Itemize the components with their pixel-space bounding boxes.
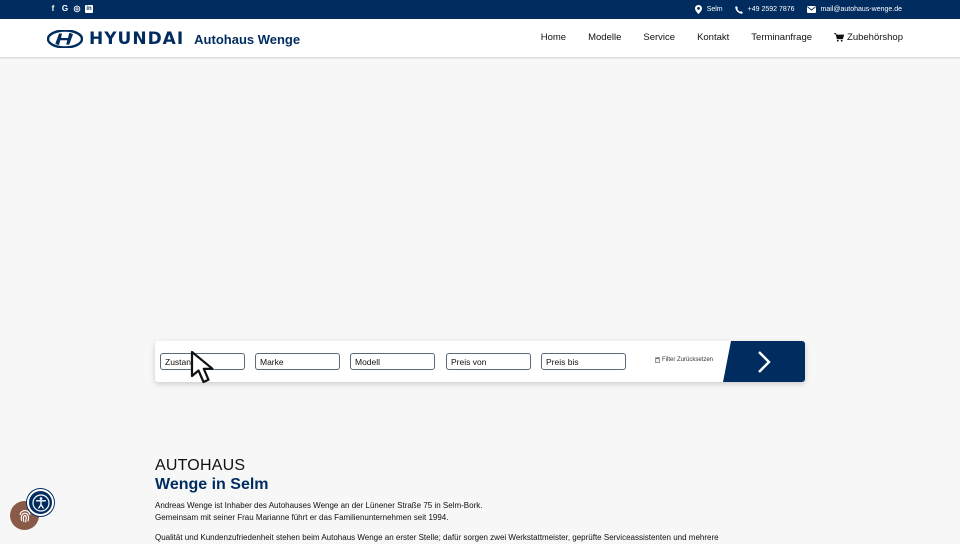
mail-icon bbox=[806, 6, 816, 13]
hyundai-logo-icon bbox=[47, 30, 83, 48]
accessibility-icon bbox=[31, 493, 50, 512]
intro-paragraph-2: Qualität und Kundenzufriedenheit stehen … bbox=[155, 533, 719, 542]
hero-area bbox=[0, 59, 960, 359]
facebook-icon[interactable]: f bbox=[49, 4, 57, 13]
phone-icon bbox=[734, 5, 743, 14]
brand-wordmark: HYUNDAI bbox=[89, 29, 185, 49]
main-nav: Home Modelle Service Kontakt Terminanfra… bbox=[530, 29, 914, 46]
social-links: f G ◎ in bbox=[49, 4, 93, 13]
filter-reset-button[interactable]: Filter Zurücksetzen bbox=[655, 357, 713, 363]
main-header: HYUNDAI Autohaus Wenge Home Modelle Serv… bbox=[0, 19, 960, 58]
search-submit-button[interactable] bbox=[723, 341, 805, 382]
vehicle-search-filter: Zustand Marke Modell Preis von Preis bis… bbox=[155, 341, 805, 382]
top-bar: f G ◎ in Selm +49 2592 7876 mail@autohau… bbox=[0, 0, 960, 19]
marke-select[interactable]: Marke bbox=[255, 353, 340, 370]
trash-icon bbox=[655, 357, 660, 363]
preis-von-select[interactable]: Preis von bbox=[446, 353, 531, 370]
contact-info: Selm +49 2592 7876 mail@autohaus-wenge.d… bbox=[694, 5, 902, 14]
filter-reset-label: Filter Zurücksetzen bbox=[662, 357, 714, 363]
location-text: Selm bbox=[706, 6, 723, 13]
map-pin-icon bbox=[694, 5, 702, 14]
email-text: mail@autohaus-wenge.de bbox=[820, 6, 902, 13]
intro-title: Wenge in Selm bbox=[155, 476, 269, 493]
nav-terminanfrage[interactable]: Terminanfrage bbox=[740, 29, 823, 46]
mouse-cursor-icon bbox=[190, 350, 214, 384]
chevron-right-icon bbox=[758, 350, 771, 373]
preis-bis-select[interactable]: Preis bis bbox=[541, 353, 626, 370]
phone-text: +49 2592 7876 bbox=[747, 6, 795, 13]
intro-kicker: AUTOHAUS bbox=[155, 457, 246, 474]
google-icon[interactable]: G bbox=[61, 4, 69, 13]
nav-home[interactable]: Home bbox=[530, 29, 577, 46]
modell-select[interactable]: Modell bbox=[350, 353, 435, 370]
nav-kontakt[interactable]: Kontakt bbox=[686, 29, 740, 46]
logo[interactable]: HYUNDAI Autohaus Wenge bbox=[47, 29, 300, 49]
intro-paragraph-1-line-2: Gemeinsam mit seiner Frau Marianne führt… bbox=[155, 513, 449, 522]
intro-section: AUTOHAUS Wenge in Selm Andreas Wenge ist… bbox=[155, 457, 795, 544]
instagram-icon[interactable]: ◎ bbox=[73, 4, 81, 13]
linkedin-icon[interactable]: in bbox=[85, 5, 93, 13]
location-link[interactable]: Selm bbox=[694, 5, 723, 14]
nav-zubehoershop-label: Zubehörshop bbox=[847, 32, 903, 43]
dealer-name: Autohaus Wenge bbox=[194, 31, 301, 47]
nav-modelle[interactable]: Modelle bbox=[577, 29, 632, 46]
phone-link[interactable]: +49 2592 7876 bbox=[734, 5, 795, 14]
nav-service[interactable]: Service bbox=[632, 29, 686, 46]
shopping-cart-icon bbox=[834, 33, 845, 42]
nav-zubehoershop[interactable]: Zubehörshop bbox=[823, 29, 914, 46]
email-link[interactable]: mail@autohaus-wenge.de bbox=[806, 6, 902, 13]
accessibility-button[interactable] bbox=[27, 489, 54, 516]
intro-paragraph-1: Andreas Wenge ist Inhaber des Autohauses… bbox=[155, 500, 795, 524]
intro-paragraph-1-line-1: Andreas Wenge ist Inhaber des Autohauses… bbox=[155, 501, 483, 510]
